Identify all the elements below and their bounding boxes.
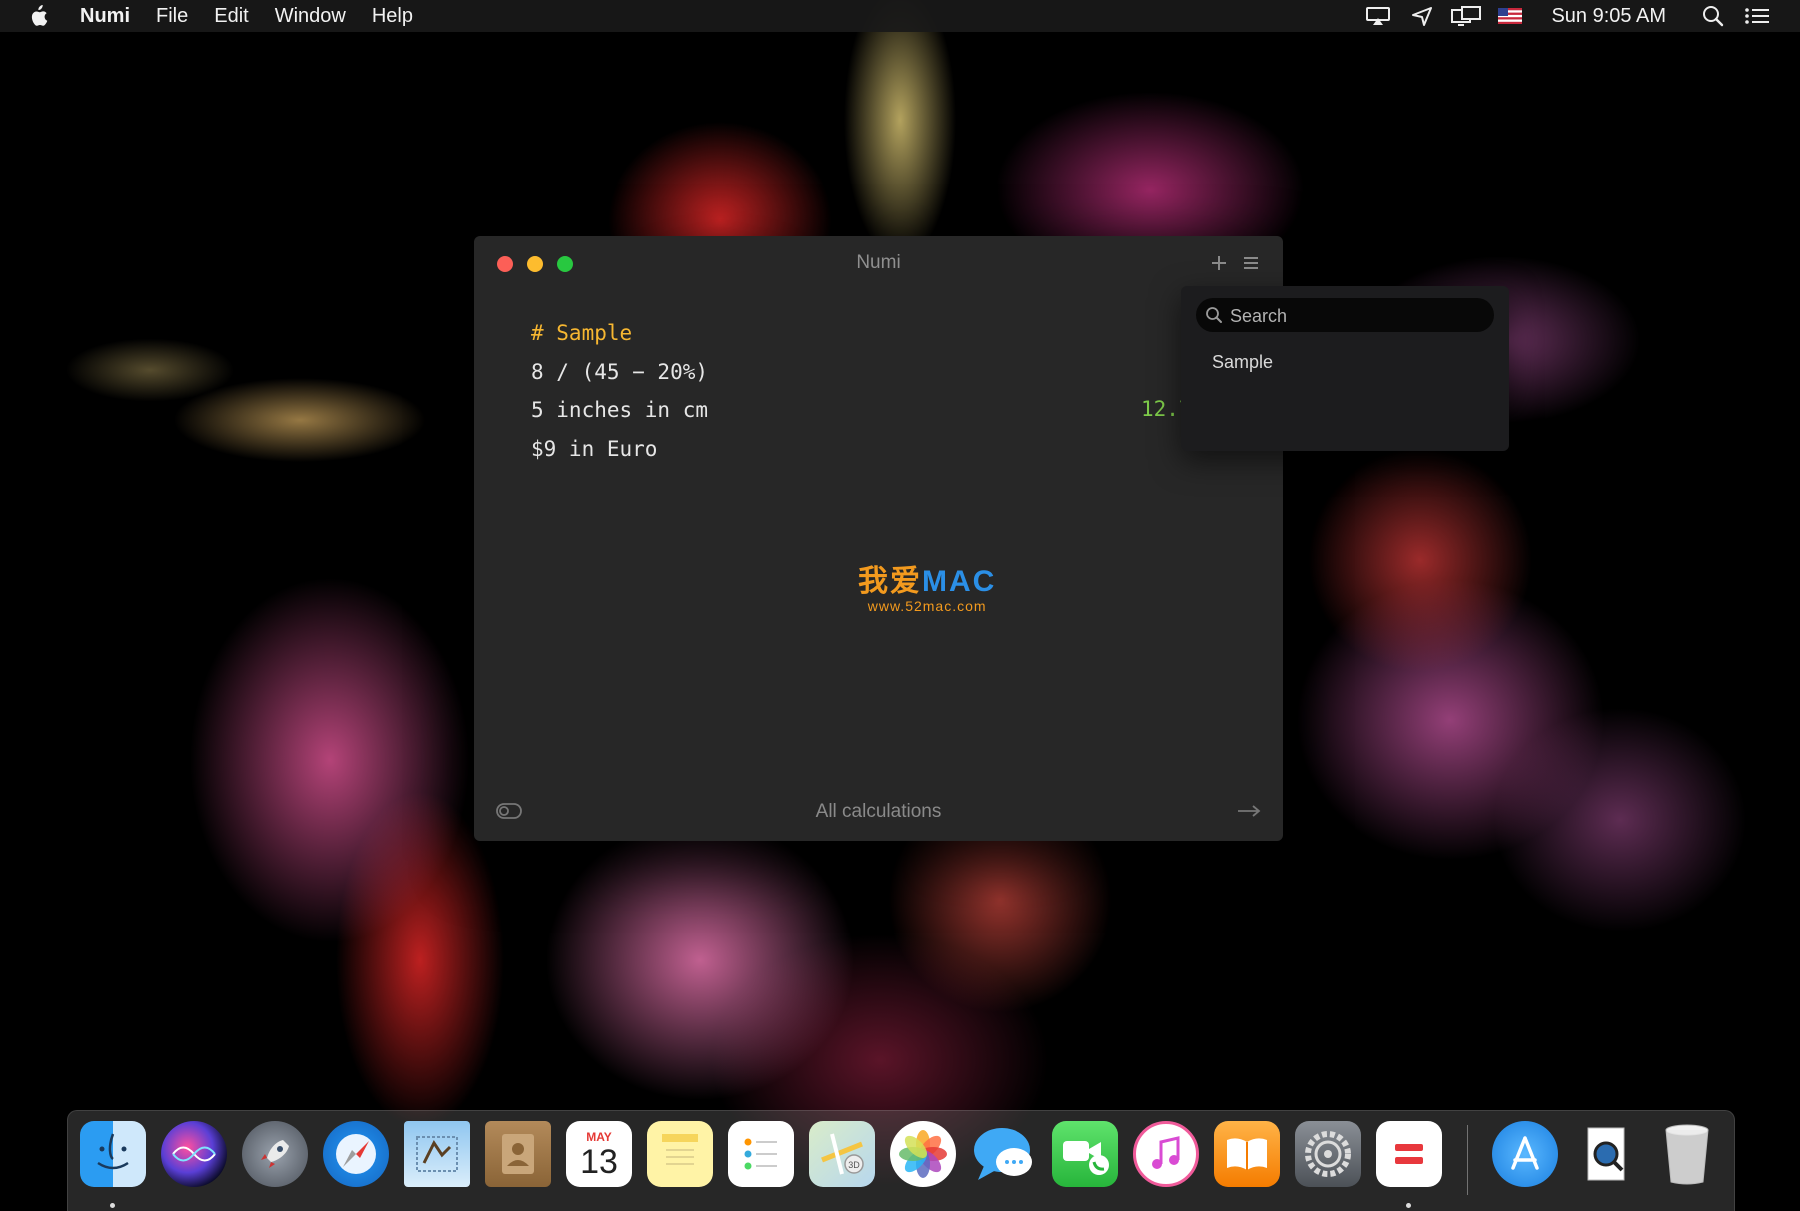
calendar-month: MAY xyxy=(586,1130,612,1144)
menu-help[interactable]: Help xyxy=(372,5,413,28)
search-input[interactable] xyxy=(1228,298,1487,334)
watermark-mac: MAC xyxy=(922,565,997,598)
editor-line[interactable]: 8 / (45 − 20%) xyxy=(531,353,708,392)
editor-line[interactable]: 5 inches in cm xyxy=(531,391,708,430)
notes-icon[interactable] xyxy=(647,1121,713,1187)
editor-line-heading[interactable]: # Sample xyxy=(531,314,708,353)
window-titlebar[interactable]: Numi xyxy=(474,236,1283,290)
menu-bar: Numi File Edit Window Help Sun 9:05 AM xyxy=(0,0,1800,32)
display-mirroring-icon[interactable] xyxy=(1451,5,1482,27)
plus-icon[interactable] xyxy=(1206,250,1232,276)
finder-icon[interactable] xyxy=(80,1121,146,1187)
numi-icon[interactable] xyxy=(1376,1121,1442,1187)
system-preferences-icon[interactable] xyxy=(1295,1121,1361,1187)
safari-icon[interactable] xyxy=(323,1121,389,1187)
calculations-popover: Sample xyxy=(1181,286,1509,451)
spotlight-search-icon[interactable] xyxy=(1698,5,1728,27)
menu-window[interactable]: Window xyxy=(275,5,346,28)
calculation-editor[interactable]: # Sample 8 / (45 − 20%) 5 inches in cm $… xyxy=(531,314,708,468)
dock-separator xyxy=(1467,1125,1468,1195)
menu-clock[interactable]: Sun 9:05 AM xyxy=(1551,5,1666,28)
window-title: Numi xyxy=(856,252,901,273)
photos-icon[interactable] xyxy=(890,1121,956,1187)
app-store-icon[interactable] xyxy=(1492,1121,1558,1187)
watermark-logo: 我爱MAC www.52mac.com xyxy=(858,556,996,614)
calendar-icon[interactable]: MAY 13 xyxy=(566,1121,632,1187)
apple-icon[interactable] xyxy=(28,5,54,27)
menu-file[interactable]: File xyxy=(156,5,188,28)
dock: MAY 13 3D xyxy=(67,1110,1735,1211)
svg-text:3D: 3D xyxy=(848,1160,860,1170)
calendar-day: 13 xyxy=(580,1143,618,1181)
running-indicator xyxy=(1406,1203,1411,1208)
mail-icon[interactable] xyxy=(404,1121,470,1187)
trash-icon[interactable] xyxy=(1654,1121,1720,1187)
siri-icon[interactable] xyxy=(161,1121,227,1187)
editor-line[interactable]: $9 in Euro xyxy=(531,430,708,469)
launchpad-icon[interactable] xyxy=(242,1121,308,1187)
search-box[interactable] xyxy=(1196,298,1494,334)
numi-window: Numi # Sample 8 / (45 − 20%) 5 inches in… xyxy=(474,236,1283,841)
preview-icon[interactable] xyxy=(1573,1121,1639,1187)
menu-edit[interactable]: Edit xyxy=(214,5,248,28)
calculation-list-item[interactable]: Sample xyxy=(1212,352,1273,373)
messages-icon[interactable] xyxy=(971,1121,1037,1187)
airplay-icon[interactable] xyxy=(1363,5,1393,27)
itunes-icon[interactable] xyxy=(1133,1121,1199,1187)
us-flag-icon[interactable] xyxy=(1495,5,1525,27)
all-calculations-label[interactable]: All calculations xyxy=(474,801,1283,823)
watermark-cn: 我爱 xyxy=(858,565,922,598)
search-icon xyxy=(1205,306,1223,324)
window-footer: All calculations xyxy=(474,781,1283,841)
running-indicator xyxy=(110,1203,115,1208)
contacts-icon[interactable] xyxy=(485,1121,551,1187)
location-arrow-icon[interactable] xyxy=(1407,5,1437,27)
maps-icon[interactable]: 3D xyxy=(809,1121,875,1187)
reminders-icon[interactable] xyxy=(728,1121,794,1187)
hamburger-menu-icon[interactable] xyxy=(1238,250,1264,276)
notification-center-icon[interactable] xyxy=(1742,5,1772,27)
ibooks-icon[interactable] xyxy=(1214,1121,1280,1187)
arrow-right-icon[interactable] xyxy=(1234,798,1264,824)
facetime-icon[interactable] xyxy=(1052,1121,1118,1187)
watermark-url: www.52mac.com xyxy=(867,598,987,614)
menu-app-name[interactable]: Numi xyxy=(80,5,130,28)
